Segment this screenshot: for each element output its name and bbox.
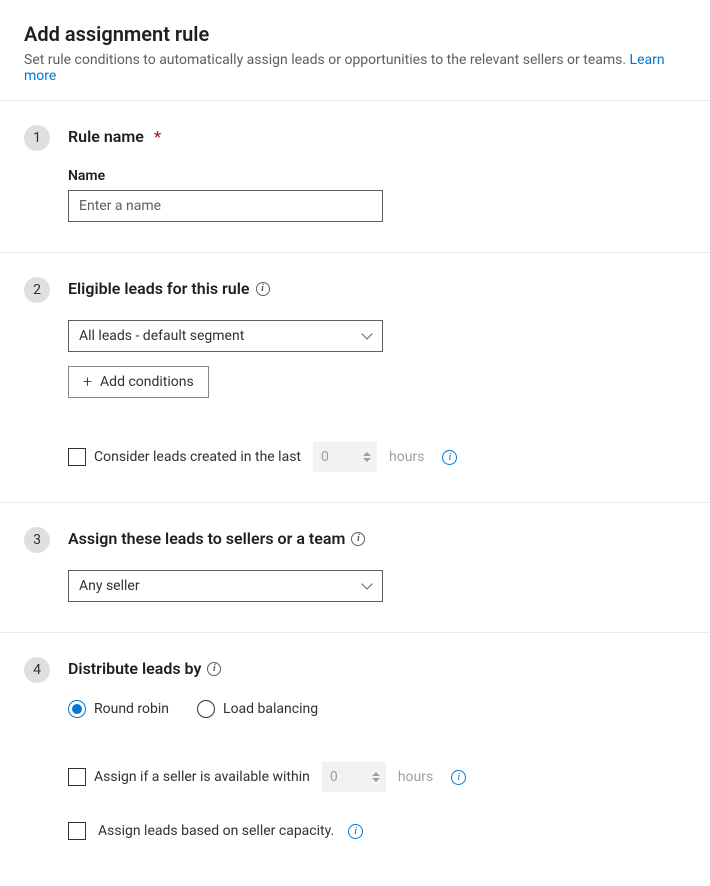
required-asterisk: * bbox=[154, 127, 161, 146]
segment-dropdown[interactable]: All leads - default segment bbox=[68, 320, 383, 352]
heading-text: Rule name bbox=[68, 127, 144, 146]
spinner-unit: hours bbox=[398, 769, 433, 785]
capacity-row: Assign leads based on seller capacity. i bbox=[68, 822, 686, 840]
info-icon[interactable]: i bbox=[351, 532, 365, 546]
capacity-checkbox[interactable] bbox=[68, 822, 86, 840]
dropdown-value: All leads - default segment bbox=[79, 328, 244, 344]
load-balancing-label: Load balancing bbox=[223, 701, 318, 717]
section-heading-assign-leads: Assign these leads to sellers or a team … bbox=[68, 529, 686, 548]
section-body: Rule name * Name bbox=[68, 127, 686, 222]
button-label: Add conditions bbox=[100, 374, 194, 390]
spinner-up[interactable] bbox=[372, 772, 380, 776]
heading-text: Eligible leads for this rule bbox=[68, 279, 250, 298]
capacity-label: Assign leads based on seller capacity. bbox=[98, 823, 334, 839]
info-icon[interactable]: i bbox=[348, 824, 363, 839]
plus-icon: + bbox=[83, 374, 92, 390]
section-distribute: 4 Distribute leads by i Round robin Load… bbox=[0, 633, 710, 870]
spinner-value: 0 bbox=[321, 449, 329, 465]
consider-leads-row: Consider leads created in the last 0 hou… bbox=[68, 442, 686, 472]
section-rule-name: 1 Rule name * Name bbox=[0, 101, 710, 252]
assign-within-checkbox[interactable] bbox=[68, 768, 86, 786]
chevron-down-icon bbox=[362, 581, 372, 591]
assign-within-label: Assign if a seller is available within bbox=[94, 769, 310, 785]
assign-within-row: Assign if a seller is available within 0… bbox=[68, 762, 686, 792]
section-body: Distribute leads by i Round robin Load b… bbox=[68, 659, 686, 840]
seller-dropdown[interactable]: Any seller bbox=[68, 570, 383, 602]
subtitle-text: Set rule conditions to automatically ass… bbox=[24, 52, 630, 68]
page-subtitle: Set rule conditions to automatically ass… bbox=[24, 52, 686, 84]
section-heading-rule-name: Rule name * bbox=[68, 127, 686, 146]
load-balancing-radio[interactable] bbox=[197, 700, 215, 718]
rule-name-input[interactable] bbox=[68, 190, 383, 222]
section-eligible-leads: 2 Eligible leads for this rule i All lea… bbox=[0, 253, 710, 502]
name-field-label: Name bbox=[68, 168, 686, 184]
section-heading-distribute: Distribute leads by i bbox=[68, 659, 686, 678]
section-assign-leads: 3 Assign these leads to sellers or a tea… bbox=[0, 503, 710, 632]
spinner-down[interactable] bbox=[372, 778, 380, 782]
info-icon[interactable]: i bbox=[451, 770, 466, 785]
info-icon[interactable]: i bbox=[256, 282, 270, 296]
step-badge-1: 1 bbox=[24, 125, 50, 151]
heading-text: Assign these leads to sellers or a team bbox=[68, 529, 345, 548]
spinner-down[interactable] bbox=[363, 458, 371, 462]
hours-spinner[interactable]: 0 bbox=[313, 442, 377, 472]
radio-group: Round robin Load balancing bbox=[68, 700, 686, 718]
hours-spinner[interactable]: 0 bbox=[322, 762, 386, 792]
section-body: Assign these leads to sellers or a team … bbox=[68, 529, 686, 602]
spinner-arrows bbox=[363, 442, 373, 472]
step-badge-3: 3 bbox=[24, 527, 50, 553]
round-robin-radio[interactable] bbox=[68, 700, 86, 718]
spinner-up[interactable] bbox=[363, 452, 371, 456]
step-badge-4: 4 bbox=[24, 657, 50, 683]
step-badge-2: 2 bbox=[24, 277, 50, 303]
spinner-arrows bbox=[372, 762, 382, 792]
dropdown-value: Any seller bbox=[79, 578, 140, 594]
spinner-unit: hours bbox=[389, 449, 424, 465]
section-heading-eligible-leads: Eligible leads for this rule i bbox=[68, 279, 686, 298]
consider-leads-checkbox[interactable] bbox=[68, 448, 86, 466]
page-header: Add assignment rule Set rule conditions … bbox=[0, 0, 710, 100]
add-conditions-button[interactable]: + Add conditions bbox=[68, 366, 209, 398]
consider-leads-label: Consider leads created in the last bbox=[94, 449, 301, 465]
spinner-value: 0 bbox=[330, 769, 338, 785]
info-icon[interactable]: i bbox=[442, 450, 457, 465]
chevron-down-icon bbox=[362, 331, 372, 341]
section-body: Eligible leads for this rule i All leads… bbox=[68, 279, 686, 472]
info-icon[interactable]: i bbox=[207, 662, 221, 676]
round-robin-label: Round robin bbox=[94, 701, 169, 717]
heading-text: Distribute leads by bbox=[68, 659, 201, 678]
page-title: Add assignment rule bbox=[24, 22, 686, 46]
